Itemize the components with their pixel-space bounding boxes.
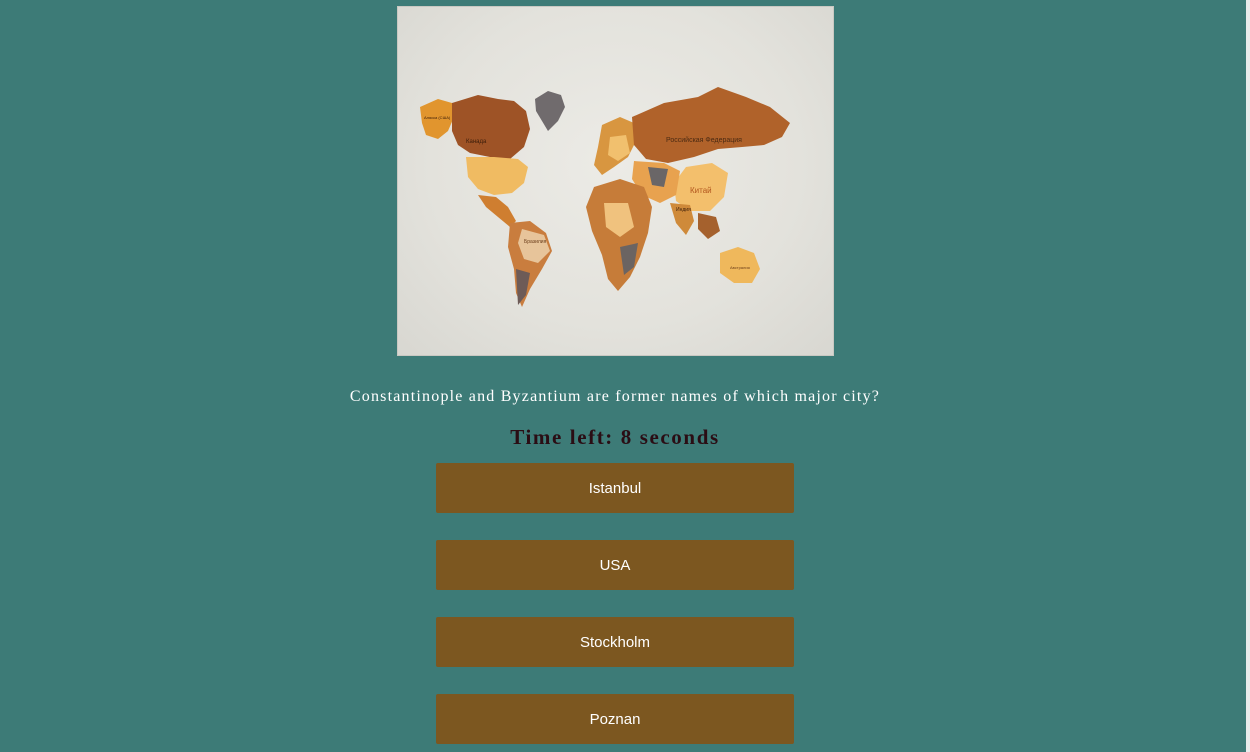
answer-button-1[interactable]: Istanbul <box>436 463 794 513</box>
page-scrollbar[interactable] <box>1246 0 1250 752</box>
world-map-image: Российская Федерация Китай Канада Аляска… <box>397 6 834 356</box>
map-label-canada: Канада <box>466 139 487 145</box>
answer-button-2[interactable]: USA <box>436 540 794 590</box>
map-label-india: Индия <box>676 207 691 213</box>
question-text: Constantinople and Byzantium are former … <box>349 388 881 405</box>
map-label-russia: Российская Федерация <box>666 136 742 144</box>
map-label-australia: Австралия <box>730 265 750 270</box>
map-label-alaska: Аляска (США) <box>424 115 451 120</box>
answer-button-3[interactable]: Stockholm <box>436 617 794 667</box>
world-map-illustration: Российская Федерация Китай Канада Аляска… <box>420 87 790 307</box>
countdown-timer: Time left: 8 seconds <box>510 425 720 449</box>
answer-button-4[interactable]: Poznan <box>436 694 794 744</box>
map-label-china: Китай <box>690 186 712 195</box>
map-label-brazil: Бразилия <box>524 239 547 245</box>
